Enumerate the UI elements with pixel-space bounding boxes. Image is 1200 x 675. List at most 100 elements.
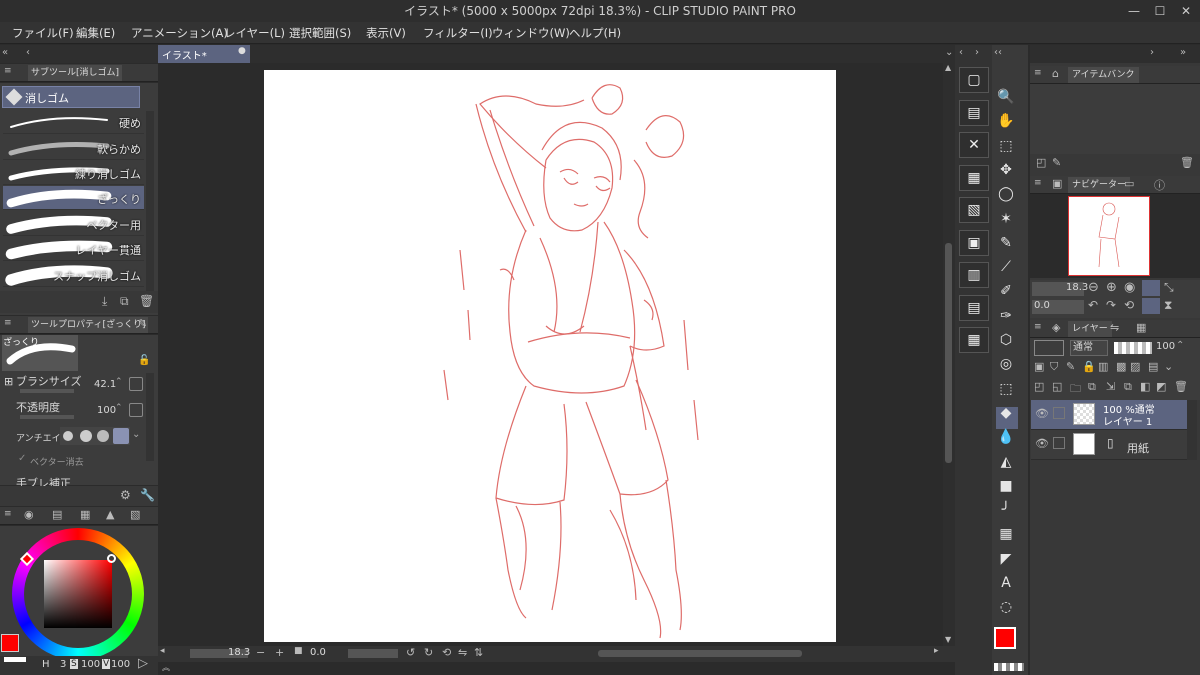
add-subtool-icon[interactable]: ⧉ <box>120 294 129 309</box>
redo-icon[interactable]: ▤ <box>959 294 989 321</box>
collapse-up-icon[interactable]: ︽ <box>162 662 170 673</box>
ruler-icon[interactable]: ◤ <box>995 548 1017 570</box>
menu-icon[interactable]: ≡ <box>4 66 12 76</box>
transform-icon[interactable]: ▦ <box>959 327 989 353</box>
menu-view[interactable]: 表示(V) <box>366 22 406 44</box>
chevron-right-icon[interactable]: › <box>1150 47 1154 58</box>
property-scrollbar[interactable] <box>146 373 154 461</box>
zoom-out-icon[interactable]: − <box>256 646 265 659</box>
flip-vertical-icon[interactable]: ⧗ <box>1164 298 1172 313</box>
ruler-icon[interactable]: ▨ <box>1130 360 1140 373</box>
stepper-icon[interactable]: ⌃ <box>115 403 123 413</box>
transparent-color-swatch[interactable] <box>994 663 1024 671</box>
rotate-value[interactable]: 0.0 <box>310 647 326 658</box>
lasso-icon[interactable]: ◯ <box>995 183 1017 205</box>
draft-layer-icon[interactable]: ✎ <box>1066 360 1075 373</box>
subtool-scrollbar[interactable] <box>146 111 154 291</box>
menu-icon[interactable]: ≡ <box>1034 178 1042 188</box>
subtool-item[interactable]: 軟らかめ <box>3 136 144 160</box>
antialias-selector[interactable] <box>60 427 130 445</box>
subtool-group-eraser[interactable]: 消しゴム <box>2 86 140 108</box>
chevron-down-icon[interactable]: ⌄ <box>945 47 953 58</box>
airbrush-icon[interactable]: ⬡ <box>995 329 1017 351</box>
collapse-left-icon[interactable]: « <box>2 47 8 58</box>
subtool-item[interactable]: 硬め <box>3 110 144 134</box>
saturation-value-square[interactable] <box>44 560 112 628</box>
zoom-out-icon[interactable]: ⊖ <box>1088 280 1099 295</box>
decoration-icon[interactable]: ◎ <box>995 353 1017 375</box>
clip-layer-icon[interactable]: ▣ <box>1034 360 1044 373</box>
chevron-left-icon[interactable]: ◂ <box>160 646 165 656</box>
subview-tab-icon[interactable]: ▭ <box>1124 177 1134 190</box>
drop-icon[interactable]: 💧 <box>995 426 1017 448</box>
pressure-button[interactable] <box>129 377 143 391</box>
chevron-right-icon[interactable]: ▸ <box>934 646 939 656</box>
chevron-right-icon[interactable]: › <box>975 47 979 58</box>
color-set-tab-icon[interactable]: ▦ <box>80 508 90 521</box>
main-color-swatch[interactable] <box>1 634 19 652</box>
export-icon[interactable]: ▧ <box>959 197 989 223</box>
vertical-scroll-thumb[interactable] <box>945 243 952 463</box>
delete-layer-icon[interactable]: 🗑 <box>1174 380 1188 393</box>
zoom-in-icon[interactable]: + <box>275 646 284 659</box>
navigator-title[interactable]: ナビゲーター <box>1068 177 1131 193</box>
canvas-viewport[interactable] <box>158 63 953 646</box>
delete-subtool-icon[interactable]: 🗑 <box>139 294 154 308</box>
color-wheel-tab-icon[interactable]: ◉ <box>24 508 34 521</box>
menu-help[interactable]: ヘルプ(H) <box>569 22 621 44</box>
zoom-value[interactable]: 18.3 <box>228 647 250 658</box>
horizontal-scroll-thumb[interactable] <box>598 650 802 657</box>
layer-opacity-value[interactable]: 100 <box>1156 341 1175 352</box>
nav-zoom-value[interactable]: 18.3 <box>1066 282 1088 293</box>
lock-layer-icon[interactable]: 🔒 <box>1082 360 1096 373</box>
wrench-icon[interactable]: ⚙ <box>120 488 131 502</box>
menu-edit[interactable]: 編集(E) <box>76 22 115 44</box>
actual-size-icon[interactable]: ◉ <box>1124 280 1135 295</box>
layer-property-tab-icon[interactable]: ⇋ <box>1110 321 1119 334</box>
rotate-slider[interactable] <box>348 649 398 658</box>
fit-window-icon[interactable]: ⤡ <box>1164 280 1174 295</box>
drawing-canvas[interactable] <box>264 70 836 642</box>
hand-icon[interactable]: ✋ <box>995 110 1017 132</box>
object-icon[interactable]: ⬚ <box>995 135 1017 157</box>
color-layer-icon[interactable]: ▤ <box>1148 360 1158 373</box>
flip-horizontal-icon[interactable] <box>1142 298 1160 314</box>
mask-create-icon[interactable]: ◧ <box>1140 380 1150 393</box>
menu-animation[interactable]: アニメーション(A) <box>131 22 228 44</box>
menu-selection[interactable]: 選択範囲(S) <box>289 22 351 44</box>
nav-rotate-value[interactable]: 0.0 <box>1034 300 1050 311</box>
brush-size-slider[interactable] <box>20 389 74 393</box>
layer-opacity-slider[interactable] <box>1114 342 1152 354</box>
menu-icon[interactable]: ≡ <box>4 509 12 519</box>
brush-size-value[interactable]: 42.1 <box>94 379 116 390</box>
transfer-layer-icon[interactable]: ⇲ <box>1106 380 1115 393</box>
rotate-right-icon[interactable]: ↻ <box>424 646 433 659</box>
collapse-icon[interactable]: ‹‹ <box>994 47 1002 58</box>
opacity-value[interactable]: 100 <box>97 405 116 416</box>
flip-horizontal-icon[interactable]: ⇋ <box>458 646 467 659</box>
info-tab-icon[interactable]: ⓘ <box>1154 177 1165 193</box>
import-icon[interactable]: ▣ <box>959 229 989 256</box>
close-file-icon[interactable]: ✕ <box>959 132 989 158</box>
curve-icon[interactable]: ╯ <box>995 499 1017 521</box>
minimize-button[interactable]: — <box>1124 0 1144 22</box>
layer-title[interactable]: レイヤー <box>1068 321 1112 337</box>
layer-row[interactable]: 👁 100 %通常 レイヤー 1 <box>1031 400 1187 430</box>
zoom-icon[interactable]: 🔍 <box>995 86 1017 108</box>
fit-icon[interactable]: ■ <box>294 646 303 656</box>
delete-icon[interactable]: 🗑 <box>1180 156 1194 169</box>
scroll-down-icon[interactable]: ▼ <box>945 635 951 644</box>
layer-edit-icon[interactable] <box>1053 407 1065 419</box>
menu-icon[interactable]: ≡ <box>4 318 12 328</box>
chevron-down-icon[interactable]: ⌄ <box>132 429 140 440</box>
tool-property-title[interactable]: ツールプロパティ[ざっくり] <box>28 317 149 333</box>
antialias-weak-icon[interactable] <box>80 430 92 442</box>
eyedropper-icon[interactable]: ⟋ <box>995 256 1017 278</box>
layer-scrollbar[interactable] <box>1187 400 1197 460</box>
subtool-item[interactable]: スナップ消しゴム <box>3 263 144 287</box>
intermediate-color-tab-icon[interactable]: ▲ <box>106 508 114 521</box>
balloon-icon[interactable]: ◌ <box>995 596 1017 618</box>
settings-icon[interactable]: 🔧 <box>140 488 155 502</box>
sv-picker-handle[interactable] <box>107 554 116 563</box>
item-bank-add-icon[interactable]: ◰ <box>1036 156 1046 169</box>
